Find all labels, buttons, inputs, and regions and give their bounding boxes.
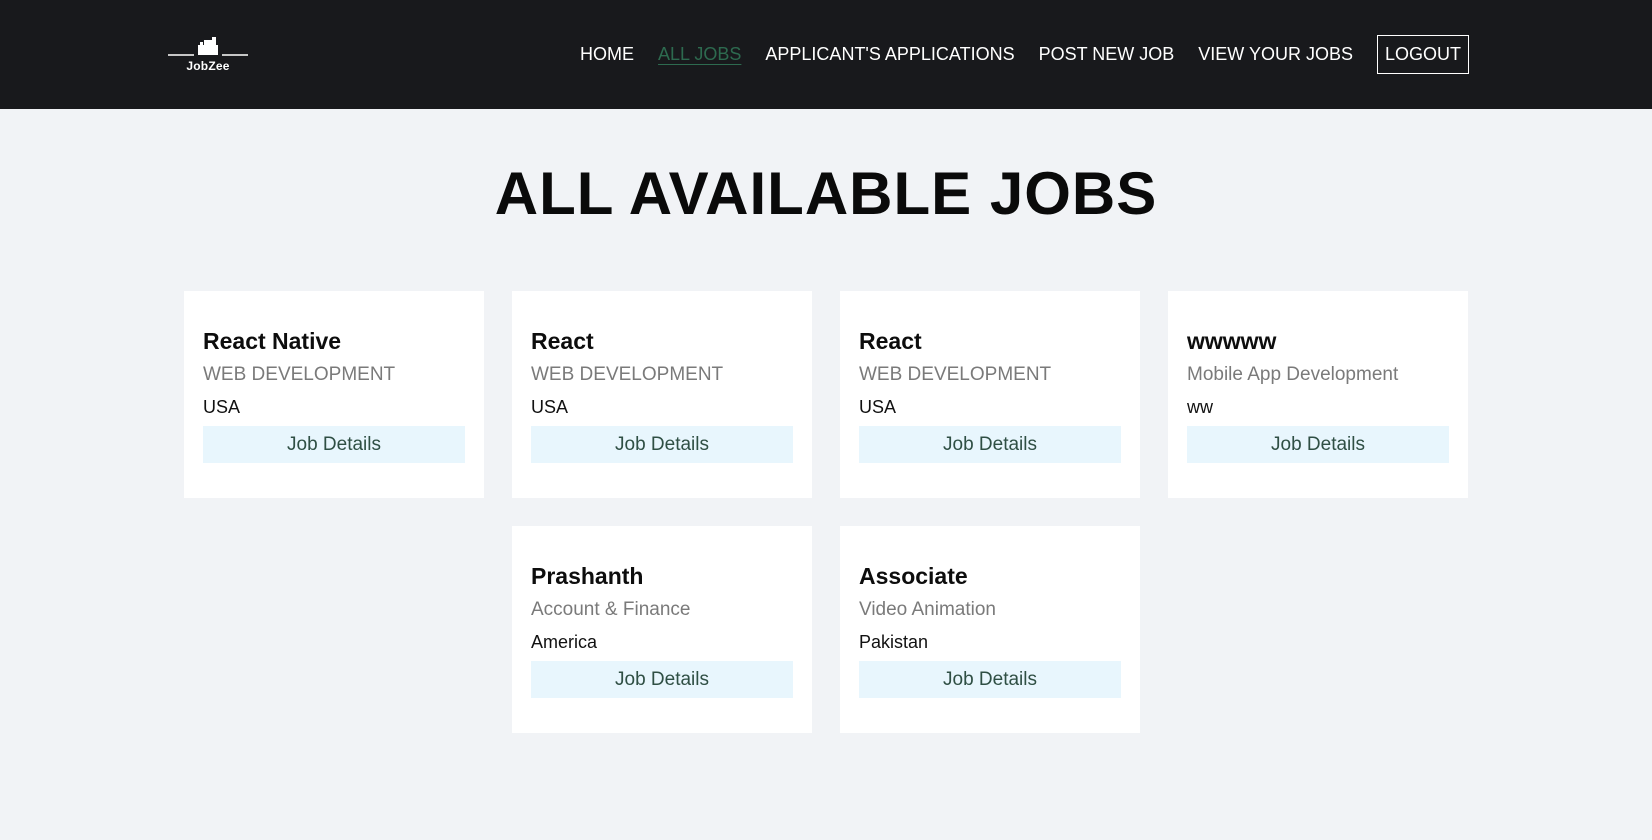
- job-category: WEB DEVELOPMENT: [203, 364, 396, 385]
- job-details-button[interactable]: Job Details: [203, 426, 465, 463]
- page-title: ALL AVAILABLE JOBS: [494, 160, 1158, 227]
- navbar: JobZee HOME ALL JOBS APPLICANT'S APPLICA…: [0, 0, 1652, 109]
- job-country: USA: [859, 397, 897, 417]
- job-title: Prashanth: [531, 563, 644, 589]
- job-title: React Native: [203, 328, 342, 354]
- job-country: USA: [531, 397, 569, 417]
- job-title: React: [531, 328, 594, 354]
- job-card: Associate Video Animation Pakistan Job D…: [840, 526, 1140, 733]
- job-category: Mobile App Development: [1187, 364, 1399, 385]
- nav-post-new-job[interactable]: POST NEW JOB: [1039, 44, 1175, 65]
- logo[interactable]: JobZee: [168, 36, 248, 73]
- job-card: React WEB DEVELOPMENT USA Job Details: [840, 291, 1140, 498]
- job-card: Prashanth Account & Finance America Job …: [512, 526, 812, 733]
- nav-all-jobs[interactable]: ALL JOBS: [658, 44, 741, 65]
- job-country: USA: [203, 397, 241, 417]
- logout-button[interactable]: LOGOUT: [1376, 35, 1469, 74]
- job-category: WEB DEVELOPMENT: [859, 364, 1052, 385]
- nav-links: HOME ALL JOBS APPLICANT'S APPLICATIONS P…: [580, 35, 1469, 74]
- jobs-grid: React Native WEB DEVELOPMENT USA Job Det…: [181, 291, 1471, 733]
- briefcase-skyline-icon: [168, 37, 248, 56]
- job-card: React Native WEB DEVELOPMENT USA Job Det…: [184, 291, 484, 498]
- job-title: React: [859, 328, 922, 354]
- job-country: Pakistan: [859, 632, 929, 652]
- job-details-button[interactable]: Job Details: [859, 426, 1121, 463]
- job-details-button[interactable]: Job Details: [531, 661, 793, 698]
- job-details-button[interactable]: Job Details: [531, 426, 793, 463]
- main-content: ALL AVAILABLE JOBS React Native WEB DEVE…: [0, 159, 1652, 733]
- job-details-button[interactable]: Job Details: [859, 661, 1121, 698]
- job-category: WEB DEVELOPMENT: [531, 364, 724, 385]
- job-card: React WEB DEVELOPMENT USA Job Details: [512, 291, 812, 498]
- nav-home[interactable]: HOME: [580, 44, 634, 65]
- job-category: Account & Finance: [531, 599, 691, 620]
- nav-applicants-applications[interactable]: APPLICANT'S APPLICATIONS: [765, 44, 1014, 65]
- brand-name: JobZee: [186, 59, 230, 73]
- job-category: Video Animation: [859, 599, 996, 620]
- nav-view-your-jobs[interactable]: VIEW YOUR JOBS: [1198, 44, 1353, 65]
- job-title: Associate: [859, 563, 968, 589]
- job-country: ww: [1187, 397, 1213, 417]
- job-card: wwwww Mobile App Development ww Job Deta…: [1168, 291, 1468, 498]
- job-title: wwwww: [1187, 328, 1277, 354]
- job-country: America: [531, 632, 598, 652]
- job-details-button[interactable]: Job Details: [1187, 426, 1449, 463]
